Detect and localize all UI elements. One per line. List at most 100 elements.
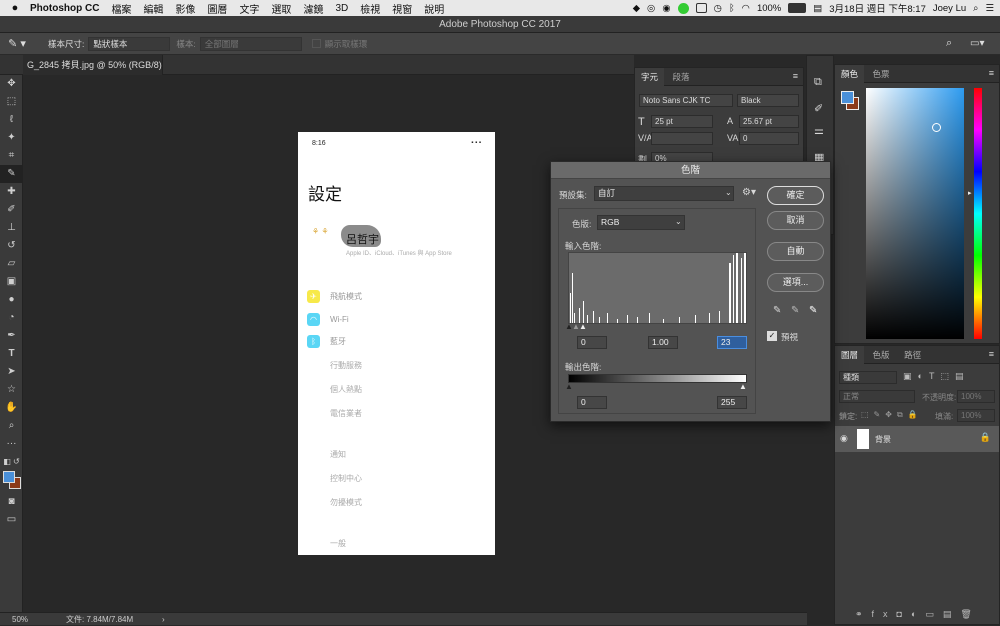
clock-datetime[interactable]: 3月18日 週日 下午8:17 xyxy=(829,1,926,15)
battery-percent[interactable]: 100% xyxy=(757,3,781,14)
flag-icon[interactable]: ▤ xyxy=(813,3,822,14)
font-size-field[interactable]: 25 pt xyxy=(651,115,713,128)
cancel-button[interactable]: 取消 xyxy=(767,211,824,230)
type-tool-icon[interactable]: T xyxy=(0,345,23,363)
leading-field[interactable]: 25.67 pt xyxy=(739,115,799,128)
layer-filter-select[interactable]: 種類 xyxy=(839,371,897,384)
input-gamma-field[interactable]: 1.00 xyxy=(648,336,678,349)
user-name[interactable]: Joey Lu xyxy=(933,3,966,14)
input-white-field[interactable]: 23 xyxy=(717,336,747,349)
file-info[interactable]: 文件: 7.84M/7.84M xyxy=(66,613,133,626)
adjustments-panel-icon[interactable]: ⚌ xyxy=(814,124,824,137)
search-icon[interactable]: ⌕ xyxy=(973,3,978,14)
options-button[interactable]: 選項... xyxy=(767,273,824,292)
show-ring-checkbox[interactable] xyxy=(311,39,321,48)
output-white-slider[interactable]: ▲ xyxy=(739,382,747,391)
eraser-tool-icon[interactable]: ▱ xyxy=(0,255,23,273)
output-black-field[interactable]: 0 xyxy=(577,396,607,409)
output-black-slider[interactable]: ▲ xyxy=(565,382,573,391)
preset-select[interactable]: 自訂 xyxy=(594,186,734,201)
tab-paragraph[interactable]: 段落 xyxy=(667,68,696,86)
zoom-tool-icon[interactable]: ⌕ xyxy=(0,417,23,435)
panel-menu-icon[interactable]: ≡ xyxy=(793,71,798,81)
eyedropper-tool-icon[interactable]: ✎ xyxy=(0,165,23,183)
settings-row[interactable]: 一般 xyxy=(330,538,346,549)
settings-row[interactable]: 個人熱點 xyxy=(330,384,362,395)
brush-panel-icon[interactable]: ✐ xyxy=(814,102,823,115)
font-style-select[interactable]: Black xyxy=(737,94,799,107)
menu-type[interactable]: 文字 xyxy=(239,1,259,16)
history-brush-icon[interactable]: ↺ xyxy=(0,237,23,255)
sample-select[interactable]: 全部圖層 xyxy=(199,36,302,51)
apple-icon[interactable]: ● xyxy=(0,2,30,14)
crop-tool-icon[interactable]: ⌗ xyxy=(0,147,23,165)
color-field[interactable] xyxy=(866,88,964,339)
history-panel-icon[interactable]: ⧉ xyxy=(814,76,822,89)
list-icon[interactable]: ☰ xyxy=(985,3,994,14)
eyedropper-tool-icon[interactable]: ✎ ▾ xyxy=(0,37,34,50)
quick-mask-icon[interactable]: ◙ xyxy=(0,493,23,511)
tab-channels[interactable]: 色版 xyxy=(867,346,896,364)
preview-checkbox[interactable]: ✓ xyxy=(767,331,777,341)
document-tab[interactable]: G_2845 拷貝.jpg @ 50% (RGB/8) xyxy=(23,55,163,75)
fill-field[interactable]: 100% xyxy=(957,409,995,422)
kerning-field[interactable] xyxy=(651,132,713,145)
gradient-tool-icon[interactable]: ▣ xyxy=(0,273,23,291)
tab-character[interactable]: 字元 xyxy=(635,68,665,86)
input-black-field[interactable]: 0 xyxy=(577,336,607,349)
sample-size-select[interactable]: 點狀樣本 xyxy=(88,36,171,51)
hue-slider[interactable] xyxy=(974,88,982,339)
menu-file[interactable]: 檔案 xyxy=(111,1,131,16)
hue-slider-handle[interactable]: ▸ xyxy=(968,189,972,197)
settings-row[interactable]: 電信業者 xyxy=(330,408,362,419)
blur-tool-icon[interactable]: ● xyxy=(0,291,23,309)
swap-colors-icon[interactable]: ◧ ↺ xyxy=(0,453,23,471)
marquee-tool-icon[interactable]: ⬚ xyxy=(0,93,23,111)
healing-tool-icon[interactable]: ✚ xyxy=(0,183,23,201)
white-point-eyedropper-icon[interactable]: ✎ xyxy=(809,305,817,316)
preset-options-gear-icon[interactable]: ⚙▾ xyxy=(742,187,756,198)
font-family-select[interactable]: Noto Sans CJK TC xyxy=(639,94,733,107)
color-picker-ring[interactable] xyxy=(932,123,941,132)
dropbox-icon[interactable]: ◆ xyxy=(633,3,640,14)
sync-icon[interactable]: ◎ xyxy=(647,3,655,14)
menu-3d[interactable]: 3D xyxy=(335,3,348,14)
auto-button[interactable]: 自動 xyxy=(767,242,824,261)
foreground-color-swatch[interactable] xyxy=(3,471,15,483)
settings-row[interactable]: ᛒ 藍牙 xyxy=(307,335,346,348)
foreground-color-swatch[interactable] xyxy=(841,91,854,104)
shape-tool-icon[interactable]: ☆ xyxy=(0,381,23,399)
app-menu[interactable]: Photoshop CC xyxy=(30,3,99,14)
layer-name[interactable]: 背景 xyxy=(875,434,891,445)
layers-footer-icons[interactable]: ⚭fx◘◐▭▤🗑 xyxy=(855,609,981,620)
lock-icons[interactable]: ⬚✎✥⧉🔒 xyxy=(861,410,923,420)
path-select-tool-icon[interactable]: ➤ xyxy=(0,363,23,381)
hand-tool-icon[interactable]: ✋ xyxy=(0,399,23,417)
more-tools-icon[interactable]: ··· xyxy=(0,435,23,453)
lasso-tool-icon[interactable]: ℓ xyxy=(0,111,23,129)
channel-select[interactable]: RGB xyxy=(597,215,685,230)
tab-color[interactable]: 顏色 xyxy=(835,65,865,83)
shield-icon[interactable]: ◉ xyxy=(662,3,670,14)
black-point-eyedropper-icon[interactable]: ✎ xyxy=(773,305,781,316)
settings-row[interactable]: 行動服務 xyxy=(330,360,362,371)
magic-wand-tool-icon[interactable]: ✦ xyxy=(0,129,23,147)
bluetooth-icon[interactable]: ᛒ xyxy=(729,3,735,14)
menu-view[interactable]: 檢視 xyxy=(360,1,380,16)
ok-button[interactable]: 確定 xyxy=(767,186,824,205)
output-white-field[interactable]: 255 xyxy=(717,396,747,409)
layer-filter-icons[interactable]: ▣◐T⬚▤ xyxy=(903,371,969,382)
layer-row[interactable]: ◉ 背景 🔒 xyxy=(835,426,999,452)
chevron-right-icon[interactable]: › xyxy=(162,613,165,626)
line-icon[interactable] xyxy=(677,2,689,14)
settings-row[interactable]: 控制中心 xyxy=(330,473,362,484)
pen-tool-icon[interactable]: ✒ xyxy=(0,327,23,345)
menu-help[interactable]: 說明 xyxy=(424,1,444,16)
tracking-field[interactable]: 0 xyxy=(739,132,799,145)
wifi-icon[interactable]: ◠ xyxy=(742,3,750,14)
menu-layer[interactable]: 圖層 xyxy=(207,1,227,16)
search-icon[interactable]: ⌕ xyxy=(946,37,952,50)
settings-row[interactable]: ◠ Wi-Fi xyxy=(307,313,349,326)
screen-mode-icon[interactable]: ▭ xyxy=(0,511,23,529)
stamp-tool-icon[interactable]: ⊥ xyxy=(0,219,23,237)
